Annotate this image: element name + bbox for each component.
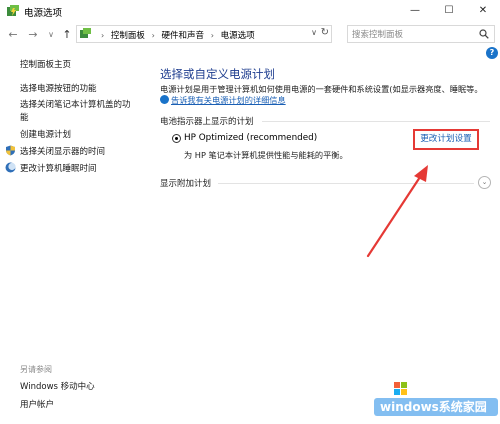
breadcrumb-separator: › bbox=[210, 31, 214, 40]
sidebar-item-lid-close-cont[interactable]: 能 bbox=[20, 111, 29, 123]
expand-chevron-icon[interactable]: ⌄ bbox=[478, 176, 491, 189]
search-box[interactable] bbox=[347, 25, 495, 44]
maximize-button[interactable]: ☐ bbox=[432, 0, 466, 22]
minimize-button[interactable]: — bbox=[398, 0, 432, 22]
title-bar: 电源选项 — ☐ ✕ bbox=[0, 0, 500, 22]
sidebar-item-lid-close[interactable]: 选择关闭笔记本计算机盖的功 bbox=[20, 98, 131, 110]
page-title: 选择或自定义电源计划 bbox=[160, 67, 275, 81]
learn-more-link[interactable]: 告诉我有关电源计划的详细信息 bbox=[171, 95, 286, 105]
search-input[interactable] bbox=[348, 26, 482, 44]
breadcrumb-item-power-options[interactable]: 电源选项 bbox=[221, 31, 255, 41]
show-additional-plans-label[interactable]: 显示附加计划 bbox=[160, 177, 211, 189]
red-annotation-arrow bbox=[366, 165, 428, 258]
page-description: 电源计划是用于管理计算机如何使用电源的一套硬件和系统设置(如显示器亮度、睡眠等。… bbox=[160, 84, 490, 106]
plan-radio[interactable] bbox=[172, 134, 181, 143]
breadcrumb-separator: › bbox=[101, 31, 105, 40]
moon-icon bbox=[5, 162, 16, 173]
power-options-icon bbox=[7, 5, 19, 16]
refresh-icon[interactable]: ↻ bbox=[321, 27, 329, 38]
description-text: 电源计划是用于管理计算机如何使用电源的一套硬件和系统设置(如显示器亮度、睡眠等。 bbox=[160, 84, 483, 94]
breadcrumb[interactable]: › 控制面板 › 硬件和声音 › 电源选项 ∨ ↻ bbox=[76, 25, 332, 43]
sidebar-item-mobility-center[interactable]: Windows 移动中心 bbox=[20, 380, 95, 392]
sidebar-item-control-panel-home[interactable]: 控制面板主页 bbox=[20, 58, 71, 70]
see-also-heading: 另请参阅 bbox=[20, 365, 52, 374]
up-button[interactable]: ↑ bbox=[60, 28, 74, 42]
control-panel-icon bbox=[80, 28, 91, 38]
watermark-text: windows系统家园 bbox=[380, 400, 487, 414]
recent-locations-button[interactable]: ∨ bbox=[44, 28, 58, 42]
sidebar-item-sleep-time[interactable]: 更改计算机睡眠时间 bbox=[20, 162, 97, 174]
back-button[interactable]: ← bbox=[6, 28, 20, 42]
battery-section-heading: 电池指示器上显示的计划 bbox=[160, 117, 254, 127]
info-icon bbox=[160, 95, 169, 104]
plan-name[interactable]: HP Optimized (recommended) bbox=[184, 133, 317, 143]
close-button[interactable]: ✕ bbox=[466, 0, 500, 22]
breadcrumb-item-control-panel[interactable]: 控制面板 bbox=[111, 31, 145, 41]
plan-description: 为 HP 笔记本计算机提供性能与能耗的平衡。 bbox=[184, 150, 348, 160]
breadcrumb-separator: › bbox=[151, 31, 155, 40]
shield-icon bbox=[6, 145, 15, 156]
sidebar-item-user-accounts[interactable]: 用户帐户 bbox=[20, 398, 54, 410]
sidebar-item-power-buttons[interactable]: 选择电源按钮的功能 bbox=[20, 82, 97, 94]
sidebar-item-create-plan[interactable]: 创建电源计划 bbox=[20, 128, 71, 140]
chevron-down-icon[interactable]: ∨ bbox=[311, 28, 317, 37]
help-icon[interactable]: ? bbox=[486, 47, 498, 59]
change-plan-settings-link[interactable]: 更改计划设置 bbox=[413, 129, 479, 150]
forward-button[interactable]: → bbox=[26, 28, 40, 42]
watermark-logo: windows系统家园 bbox=[368, 370, 500, 424]
house-logo-icon bbox=[374, 374, 498, 416]
search-icon[interactable] bbox=[479, 29, 489, 39]
window-title: 电源选项 bbox=[24, 8, 63, 19]
section-divider bbox=[262, 121, 490, 122]
breadcrumb-item-hardware-sound[interactable]: 硬件和声音 bbox=[162, 31, 205, 41]
sidebar-item-display-off[interactable]: 选择关闭显示器的时间 bbox=[20, 145, 105, 157]
